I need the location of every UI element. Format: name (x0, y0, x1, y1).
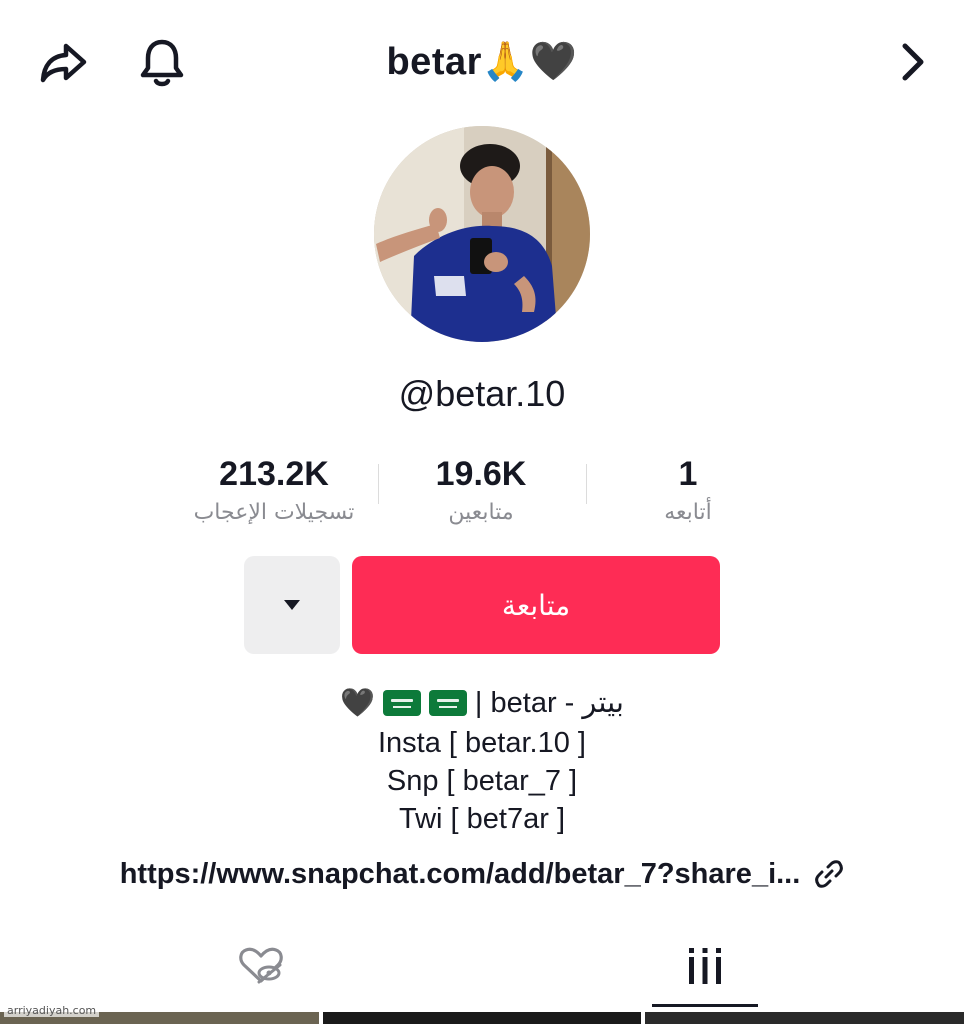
tab-videos[interactable] (652, 930, 758, 1002)
bio-line-1: 🖤 بيتر - betar | (0, 684, 964, 722)
avatar-photo (374, 126, 590, 342)
avatar[interactable] (374, 126, 590, 342)
follow-button-label: متابعة (501, 588, 571, 622)
black-heart-emoji: 🖤 (340, 687, 375, 718)
username-handle: @betar.10 (398, 373, 566, 414)
chevron-right-icon (902, 43, 924, 81)
profile-title-text: betar🙏🖤 (386, 41, 578, 83)
stat-followers[interactable]: 19.6K متابعين (396, 452, 566, 528)
stat-divider (378, 464, 379, 504)
followers-label: متابعين (448, 500, 514, 525)
saudi-flag-icon (382, 690, 421, 716)
bio-link-text: https://www.snapchat.com/add/betar_7?sha… (119, 857, 801, 890)
watermark: arriyadiyah.com (4, 1004, 100, 1017)
profile-title: betar🙏🖤 (0, 34, 964, 90)
video-thumbnail[interactable] (322, 1012, 642, 1024)
bio-line-4: Twi [ bet7ar ] (398, 803, 565, 835)
bio-link[interactable]: https://www.snapchat.com/add/betar_7?sha… (0, 852, 964, 896)
stat-following[interactable]: 1 أتابعه (606, 452, 770, 528)
likes-label: تسجيلات الإعجاب (193, 500, 355, 525)
follow-button[interactable]: متابعة (352, 556, 720, 654)
next-button[interactable] (884, 34, 940, 90)
caret-down-icon (284, 600, 300, 610)
bio-name-text: بيتر - betar | (474, 687, 624, 719)
stat-divider (586, 464, 587, 504)
saudi-flag-icon (428, 690, 467, 716)
video-thumbnail[interactable] (645, 1012, 964, 1024)
following-count: 1 (678, 455, 698, 493)
more-options-button[interactable] (244, 556, 340, 654)
followers-count: 19.6K (435, 455, 527, 493)
link-icon (815, 860, 844, 888)
bio-line-2: Insta [ betar.10 ] (378, 727, 586, 759)
stat-likes: 213.2K تسجيلات الإعجاب (176, 452, 372, 528)
tab-liked-videos[interactable] (206, 930, 316, 1002)
video-grid (0, 1012, 964, 1024)
liked-videos-hidden-icon (239, 947, 283, 984)
following-label: أتابعه (664, 500, 712, 525)
likes-count: 213.2K (219, 455, 329, 493)
bio-line-3: Snp [ betar_7 ] (386, 765, 578, 797)
active-tab-indicator (652, 1004, 758, 1007)
videos-grid-icon (689, 948, 721, 984)
